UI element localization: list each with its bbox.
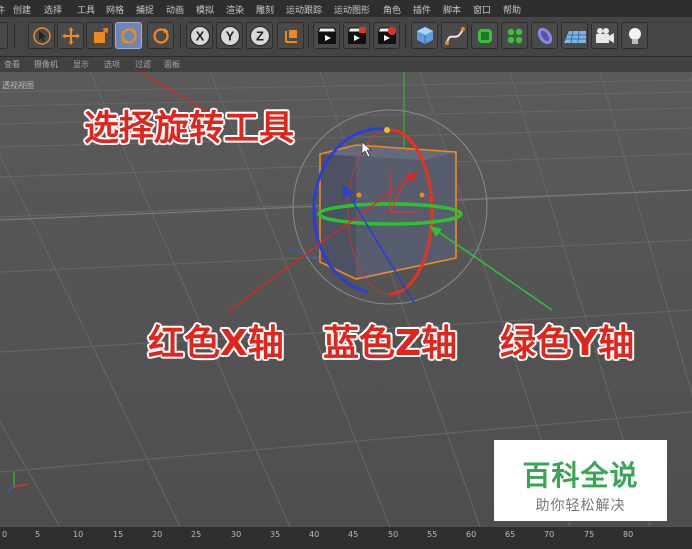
menu-item-snap[interactable]: 捕捉 xyxy=(136,3,154,16)
menu-item-render[interactable]: 渲染 xyxy=(226,3,244,16)
timeline-tick-label: 65 xyxy=(505,530,516,539)
timeline-tick-label: 30 xyxy=(231,530,242,539)
cloner-icon xyxy=(507,28,522,43)
view-menu-cameras[interactable]: 摄像机 xyxy=(34,59,58,70)
menu-item-help[interactable]: 帮助 xyxy=(503,3,521,16)
menu-item-simulate[interactable]: 模拟 xyxy=(196,3,214,16)
cloner-button[interactable] xyxy=(501,22,528,49)
annotation-select-rotate-tool: 选择旋转工具 xyxy=(84,109,295,149)
rotate-icon xyxy=(120,27,137,44)
timeline-tick-label: 80 xyxy=(623,530,634,539)
live-select-icon xyxy=(32,26,51,45)
move-button[interactable] xyxy=(57,22,84,49)
menu-item-file[interactable]: 件 xyxy=(0,3,5,16)
x-axis-lock-icon: X xyxy=(189,25,210,46)
subdivision-surface-button[interactable] xyxy=(471,22,498,49)
watermark-title: 百科全说 xyxy=(522,459,639,492)
recent-tool-button[interactable] xyxy=(147,22,174,49)
viewport-menu-bar: 查看 摄像机 显示 选项 过滤 面板 xyxy=(0,57,692,72)
z-axis-lock-icon: Z xyxy=(249,25,270,46)
coordinate-system-button[interactable] xyxy=(277,22,304,49)
render-view-icon xyxy=(316,27,337,44)
render-view-button[interactable] xyxy=(313,22,340,49)
recent-tool-icon xyxy=(152,27,169,44)
floor-button[interactable] xyxy=(561,22,588,49)
timeline-tick-label: 40 xyxy=(309,530,320,539)
y-axis-lock-button[interactable]: Y xyxy=(216,22,243,49)
command-toolbar: X Y Z xyxy=(0,17,692,57)
toolbar-partial-button[interactable] xyxy=(0,22,8,49)
svg-text:Z: Z xyxy=(256,28,264,43)
timeline-tick-label: 75 xyxy=(584,530,595,539)
annotation-red-x-axis: 红色X轴 xyxy=(148,323,284,364)
main-menu-bar: 件 创建 选择 工具 网格 捕捉 动画 模拟 渲染 雕刻 运动跟踪 运动图形 角… xyxy=(0,0,692,17)
cube-button[interactable] xyxy=(411,22,438,49)
menu-item-mesh[interactable]: 网格 xyxy=(106,3,124,16)
view-menu-options[interactable]: 选项 xyxy=(104,59,120,70)
spline-pen-button[interactable] xyxy=(441,22,468,49)
z-axis-lock-button[interactable]: Z xyxy=(246,22,273,49)
render-picture-viewer-icon xyxy=(346,26,367,44)
watermark-subtitle: 助你轻松解决 xyxy=(535,498,626,514)
cube-icon xyxy=(416,26,433,44)
menu-item-create[interactable]: 创建 xyxy=(13,3,31,16)
timeline-tick-label: 70 xyxy=(544,530,555,539)
coordinate-system-icon xyxy=(284,29,297,43)
camera-button[interactable] xyxy=(591,22,618,49)
spline-pen-icon xyxy=(444,26,465,45)
annotation-green-y-axis: 绿色Y轴 xyxy=(500,323,635,364)
timeline-tick-label: 45 xyxy=(348,530,359,539)
live-select-button[interactable] xyxy=(28,22,55,49)
floor-icon xyxy=(563,30,586,43)
render-settings-button[interactable] xyxy=(373,22,400,49)
menu-item-character[interactable]: 角色 xyxy=(383,3,401,16)
render-settings-icon xyxy=(376,26,397,44)
menu-item-select[interactable]: 选择 xyxy=(44,3,62,16)
viewport-label: 透视视图 xyxy=(2,81,34,90)
view-menu-filter[interactable]: 过滤 xyxy=(135,59,151,70)
menu-item-animate[interactable]: 动画 xyxy=(166,3,184,16)
timeline-tick-label: 55 xyxy=(427,530,438,539)
annotation-blue-z-axis: 蓝色Z轴 xyxy=(323,323,458,364)
subdivision-surface-icon xyxy=(477,28,492,43)
timeline-tick-label: 20 xyxy=(152,530,163,539)
rotate-button[interactable] xyxy=(115,22,142,49)
axis-gizmo-icon xyxy=(6,472,29,493)
menu-item-tools[interactable]: 工具 xyxy=(77,3,95,16)
y-axis-lock-icon: Y xyxy=(219,25,240,46)
move-icon xyxy=(61,26,80,45)
render-picture-viewer-button[interactable] xyxy=(343,22,370,49)
light-button[interactable] xyxy=(621,22,648,49)
light-icon xyxy=(628,27,641,44)
timeline-tick-label: 5 xyxy=(35,530,41,539)
timeline-tick-label: 0 xyxy=(2,530,8,539)
camera-icon xyxy=(595,27,614,43)
svg-text:X: X xyxy=(195,28,204,43)
timeline-tick-label: 35 xyxy=(270,530,281,539)
menu-item-window[interactable]: 窗口 xyxy=(473,3,491,16)
menu-item-plugins[interactable]: 插件 xyxy=(413,3,431,16)
deformer-button[interactable] xyxy=(531,22,558,49)
menu-item-mograph[interactable]: 运动图形 xyxy=(334,3,370,16)
view-menu-view[interactable]: 查看 xyxy=(4,59,20,70)
svg-text:Y: Y xyxy=(225,28,234,43)
menu-item-script[interactable]: 脚本 xyxy=(443,3,461,16)
deformer-icon xyxy=(537,27,552,44)
timeline-tick-label: 50 xyxy=(388,530,399,539)
view-menu-display[interactable]: 显示 xyxy=(73,59,89,70)
menu-item-motion-tracking[interactable]: 运动跟踪 xyxy=(286,3,322,16)
view-menu-panel[interactable]: 面板 xyxy=(164,59,180,70)
timeline-tick-label: 10 xyxy=(73,530,84,539)
timeline-tick-label: 60 xyxy=(466,530,477,539)
timeline-tick-label: 15 xyxy=(113,530,124,539)
timeline-ruler[interactable]: 0 5 10 15 20 25 30 35 40 45 50 55 60 65 … xyxy=(0,527,692,549)
x-axis-lock-button[interactable]: X xyxy=(186,22,213,49)
scale-icon xyxy=(93,27,108,43)
menu-item-sculpt[interactable]: 雕刻 xyxy=(256,3,274,16)
timeline-tick-label: 25 xyxy=(191,530,202,539)
watermark-logo: 百科全说 助你轻松解决 xyxy=(494,440,667,521)
scale-button[interactable] xyxy=(86,22,113,49)
